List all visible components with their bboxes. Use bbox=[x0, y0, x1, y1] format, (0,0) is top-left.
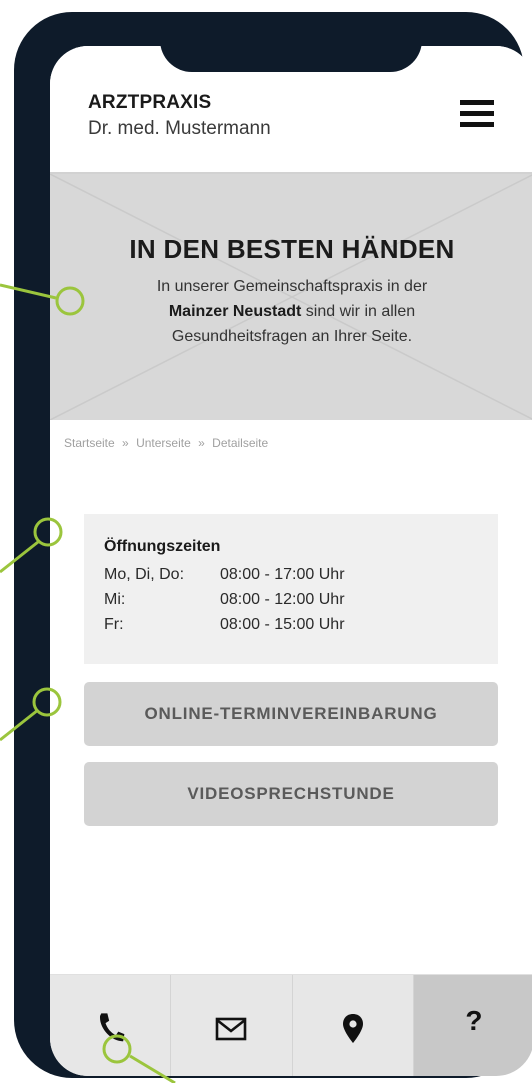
callout-marker bbox=[33, 517, 63, 547]
callout-line bbox=[0, 708, 39, 742]
callout-marker bbox=[102, 1034, 132, 1064]
annotation-callouts bbox=[0, 283, 176, 1083]
callout-line bbox=[129, 1054, 176, 1083]
callout-line bbox=[0, 540, 39, 574]
callout-marker bbox=[55, 286, 85, 316]
callout-line bbox=[0, 283, 57, 300]
callout-marker bbox=[32, 687, 62, 717]
